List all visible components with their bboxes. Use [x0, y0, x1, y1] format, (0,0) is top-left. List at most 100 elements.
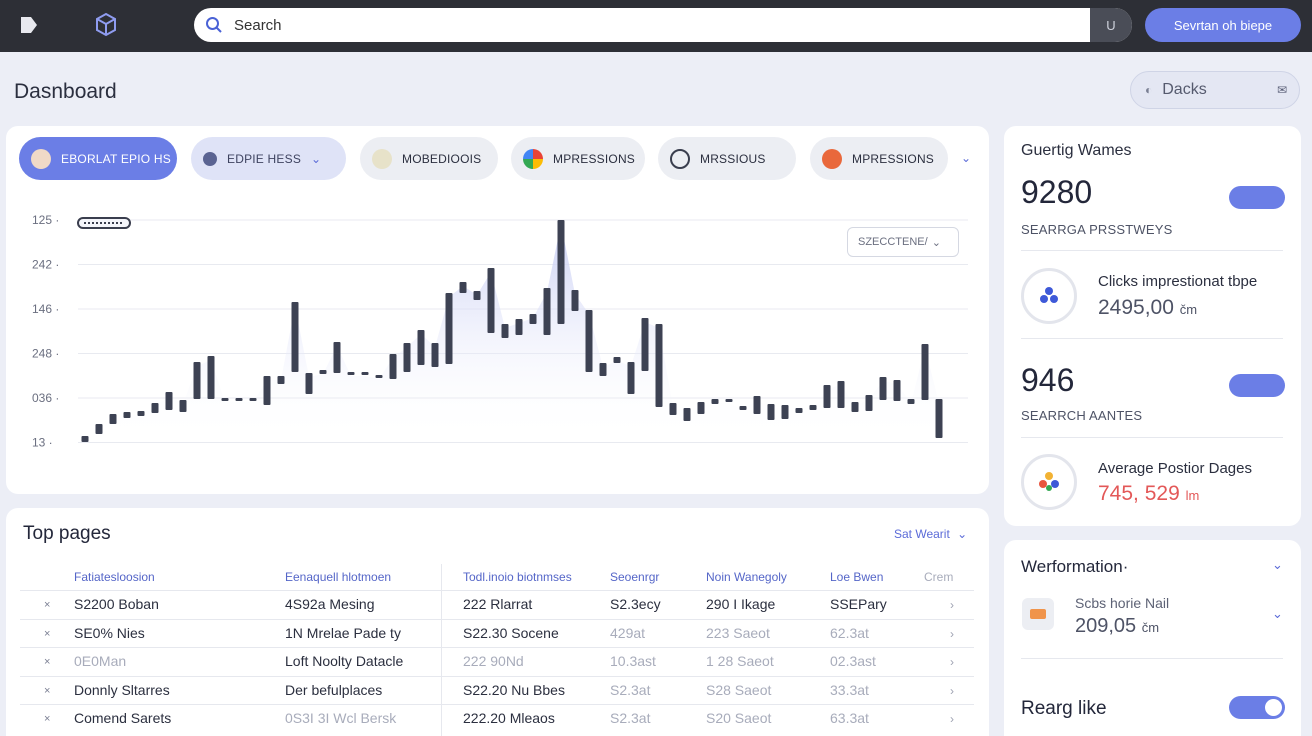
filter-pill-2[interactable]: EDPIE HESS ⌄ — [191, 137, 346, 180]
column-header[interactable]: Loe Bwen — [830, 570, 883, 584]
folder-icon — [203, 151, 217, 166]
search-toggle-button[interactable]: U — [1090, 8, 1132, 42]
fox-icon — [822, 148, 842, 169]
filter-pill-1[interactable]: EBORLAT EPIO HS — [19, 137, 177, 180]
primary-label: SEARRGA PRSSTWEYS — [1021, 222, 1173, 237]
row-open-chevron-icon[interactable]: › — [950, 712, 954, 726]
search-input[interactable] — [234, 16, 1074, 34]
app-logo-icon[interactable] — [18, 14, 40, 36]
candle-bar — [221, 398, 229, 401]
column-header[interactable]: Eenaquell hlotmoen — [285, 570, 391, 584]
deck-icon: ◐ — [1145, 83, 1153, 97]
y-tick-label: 125 · — [32, 213, 59, 227]
performance-unit: čm — [1141, 620, 1160, 635]
row-divider — [20, 675, 974, 677]
candle-bar — [445, 293, 453, 364]
candle-bar — [669, 403, 677, 415]
remove-row-icon[interactable]: × — [44, 685, 50, 697]
remove-row-icon[interactable]: × — [44, 628, 50, 640]
rearg-like-toggle[interactable] — [1229, 696, 1285, 719]
candle-bar — [641, 318, 649, 371]
candle-bar — [571, 290, 579, 311]
search-bar[interactable]: U — [194, 8, 1132, 42]
filter-pill-4[interactable]: MPRESSIONS — [511, 137, 645, 180]
secondary-label: SEARRCH AANTES — [1021, 408, 1143, 423]
candle-bar — [711, 399, 719, 404]
filter-label: EBORLAT EPIO HS — [61, 151, 171, 166]
row-open-chevron-icon[interactable]: › — [950, 684, 954, 698]
chart-card: EBORLAT EPIO HS EDPIE HESS ⌄ MOBEDIOOIS … — [6, 126, 989, 494]
table-cell: 33.3at — [830, 681, 869, 698]
mail-icon: ✉ — [1276, 83, 1287, 97]
avg-position-value: 745, 529 lm — [1098, 482, 1199, 506]
divider — [1021, 437, 1283, 438]
candle-bar — [277, 376, 285, 384]
candle-bar — [739, 406, 747, 410]
table-cell: SE0% Nies — [74, 624, 145, 641]
table-cell: S2.3ecy — [610, 596, 661, 612]
candle-bar — [767, 404, 775, 420]
y-tick-label: 146 · — [32, 302, 59, 316]
more-filters-chevron-icon[interactable]: ⌄ — [961, 151, 971, 165]
chevron-down-icon[interactable]: ⌄ — [1272, 606, 1283, 622]
table-cell: SSEPary — [830, 596, 887, 612]
divider — [1021, 250, 1283, 251]
filter-label: EDPIE HESS — [227, 151, 302, 166]
row-open-chevron-icon[interactable]: › — [950, 627, 954, 641]
candle-bar — [473, 291, 481, 300]
column-header[interactable]: Seoenrgr — [610, 570, 659, 584]
range-select[interactable]: SZECCTENE/ ⌄ — [847, 227, 959, 257]
stats-card: Guertig Wames 9280 SEARRGA PRSSTWEYS Cli… — [1004, 126, 1301, 526]
y-tick-label: 036 · — [32, 391, 59, 405]
table-cell: S2.3at — [610, 710, 651, 726]
secondary-value: 946 — [1021, 362, 1075, 398]
clicks-number: 2495,00 — [1098, 296, 1174, 319]
table-cell: Comend Sarets — [74, 710, 172, 726]
top-action-button[interactable]: Sevrtan oh biepe — [1145, 8, 1301, 42]
table-cell: 290 I Ikage — [706, 596, 776, 612]
table-cell: S20 Saeot — [706, 710, 772, 726]
chevron-down-icon: ⌄ — [931, 236, 941, 249]
candle-bar — [725, 399, 733, 402]
package-icon[interactable] — [94, 12, 118, 38]
candle-bar — [305, 373, 313, 394]
table-cell: 62.3at — [830, 624, 869, 641]
row-divider — [20, 590, 974, 591]
column-header[interactable]: Noin Wanegoly — [706, 570, 787, 584]
table-cell: Der befulplaces — [285, 681, 383, 698]
filter-pill-5[interactable]: MRSSIOUS — [658, 137, 796, 180]
user-icon — [670, 148, 690, 169]
page-title: Dasnboard — [14, 80, 117, 103]
row-divider — [20, 647, 974, 648]
candle-bar — [389, 354, 397, 379]
candle-bar — [361, 372, 369, 375]
chevron-down-icon[interactable]: ⌄ — [1272, 557, 1283, 573]
stats-title: Guertig Wames — [1021, 142, 1132, 159]
performance-card: Werformation· ⌄ Scbs horie Nail 209,05 č… — [1004, 540, 1301, 736]
candle-bar — [95, 424, 103, 434]
secondary-toggle[interactable] — [1229, 374, 1285, 397]
decks-button[interactable]: ◐ Dacks ✉ — [1130, 71, 1300, 109]
filter-pill-3[interactable]: MOBEDIOOIS — [360, 137, 498, 180]
sort-dropdown[interactable]: Sat Wearit ⌄ — [894, 527, 967, 541]
candle-bar — [613, 357, 621, 363]
avg-position-number: 745, 529 — [1098, 482, 1180, 505]
column-header[interactable]: Fatiatesloosion — [74, 570, 155, 584]
clicks-value: 2495,00 čm — [1098, 296, 1197, 320]
remove-row-icon[interactable]: × — [44, 713, 50, 725]
row-open-chevron-icon[interactable]: › — [950, 655, 954, 669]
candle-bar — [543, 288, 551, 335]
remove-row-icon[interactable]: × — [44, 656, 50, 668]
column-header[interactable]: Todl.inoio biotnmses — [463, 570, 572, 584]
remove-row-icon[interactable]: × — [44, 599, 50, 611]
primary-value: 9280 — [1021, 174, 1093, 210]
google-icon — [523, 148, 543, 169]
filter-pill-6[interactable]: MPRESSIONS — [810, 137, 948, 180]
filter-label: MPRESSIONS — [852, 151, 935, 166]
search-icon — [194, 8, 234, 42]
row-open-chevron-icon[interactable]: › — [950, 598, 954, 612]
candle-bar — [921, 344, 929, 400]
column-header[interactable]: Crem — [924, 570, 953, 584]
candle-bar — [795, 408, 803, 413]
primary-toggle[interactable] — [1229, 186, 1285, 209]
